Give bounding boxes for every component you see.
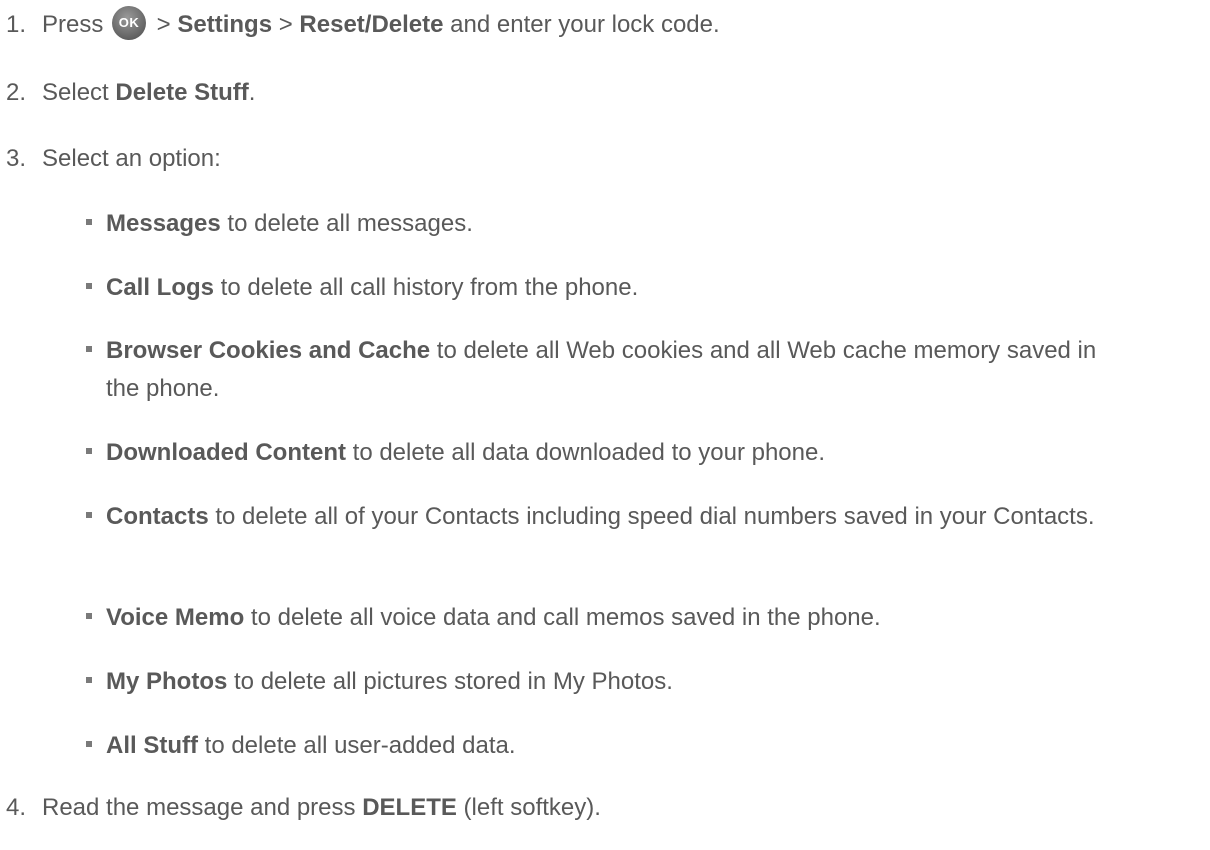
square-bullet-icon: [86, 219, 92, 225]
square-bullet-icon: [86, 346, 92, 352]
square-bullet-icon: [86, 613, 92, 619]
square-bullet-icon: [86, 512, 92, 518]
option-title: Messages: [106, 210, 221, 237]
step-number: 3.: [6, 145, 27, 172]
square-bullet-icon: [86, 741, 92, 747]
reset-delete-menu-label: Reset/Delete: [299, 11, 444, 38]
step-text: Press OK > Settings > Reset/Delete and e…: [42, 5, 720, 43]
step-text: Read the message and press DELETE (left …: [42, 794, 601, 821]
step-number: 2.: [6, 79, 27, 106]
step-number: 1.: [6, 11, 27, 38]
settings-menu-label: Settings: [177, 11, 273, 38]
step-number: 4.: [6, 794, 27, 821]
option-title: Browser Cookies and Cache: [106, 337, 431, 364]
delete-stuff-label: Delete Stuff: [115, 79, 249, 106]
square-bullet-icon: [86, 283, 92, 289]
ok-key-icon: OK: [112, 5, 147, 40]
delete-softkey-label: DELETE: [362, 794, 457, 821]
option-title: Contacts: [106, 503, 209, 530]
option-title: Voice Memo: [106, 604, 245, 631]
option-title: Downloaded Content: [106, 439, 346, 466]
step-text: Select Delete Stuff.: [42, 79, 256, 106]
square-bullet-icon: [86, 448, 92, 454]
square-bullet-icon: [86, 677, 92, 683]
option-title: All Stuff: [106, 732, 198, 759]
option-title: My Photos: [106, 668, 228, 695]
step-text: Select an option:: [42, 145, 221, 172]
option-title: Call Logs: [106, 274, 215, 301]
